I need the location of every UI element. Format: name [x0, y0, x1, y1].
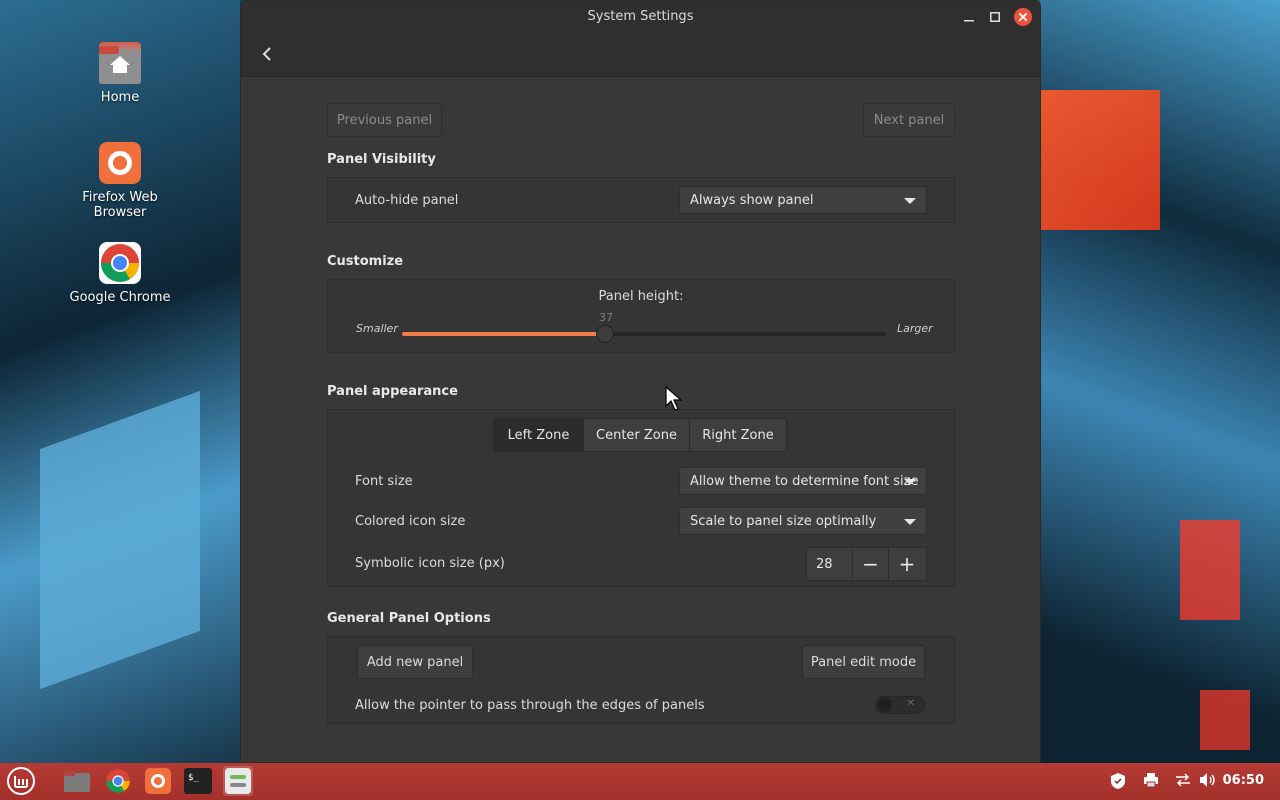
larger-label: Larger	[897, 322, 933, 335]
files-icon[interactable]	[62, 766, 92, 796]
colored-icon-size-dropdown[interactable]: Scale to panel size optimally	[679, 507, 927, 535]
chevron-down-icon	[904, 198, 916, 204]
desktop-icon-firefox[interactable]: Firefox Web Browser	[65, 142, 175, 220]
maximize-icon[interactable]	[986, 8, 1004, 26]
font-size-value: Allow theme to determine font size	[690, 473, 919, 489]
network-icon[interactable]	[1174, 772, 1192, 792]
tab-center-zone[interactable]: Center Zone	[583, 418, 690, 452]
symbolic-icon-size-stepper[interactable]: 28 − +	[806, 547, 927, 581]
volume-icon[interactable]	[1199, 772, 1217, 792]
autohide-dropdown[interactable]: Always show panel	[679, 186, 927, 214]
chevron-down-icon	[904, 479, 916, 485]
panel-edit-mode-button[interactable]: Panel edit mode	[802, 645, 925, 679]
desktop-icon-label: Google Chrome	[69, 290, 171, 305]
appearance-frame: Left Zone Center Zone Right Zone Font si…	[327, 409, 955, 587]
colored-icon-size-label: Colored icon size	[355, 514, 466, 529]
desktop-icon-chrome[interactable]: Google Chrome	[65, 242, 175, 305]
mouse-cursor	[665, 385, 685, 416]
terminal-icon[interactable]: $_	[183, 766, 213, 796]
colored-icon-size-value: Scale to panel size optimally	[690, 513, 877, 529]
desktop-icon-label: Home	[100, 90, 140, 105]
close-icon: ✕	[906, 698, 915, 709]
tab-right-zone[interactable]: Right Zone	[689, 418, 787, 452]
pointer-pass-through-label: Allow the pointer to pass through the ed…	[355, 698, 705, 713]
back-arrow-icon[interactable]	[255, 42, 279, 66]
section-title-general: General Panel Options	[327, 611, 491, 626]
font-size-dropdown[interactable]: Allow theme to determine font size	[679, 467, 927, 495]
minimize-icon[interactable]	[960, 8, 978, 26]
window-title: System Settings	[587, 9, 694, 24]
svg-text:$_: $_	[188, 773, 199, 783]
panel-height-label: Panel height:	[598, 289, 684, 304]
firefox-icon[interactable]	[143, 766, 173, 796]
chevron-down-icon	[904, 519, 916, 525]
toggle-knob	[878, 698, 892, 712]
decrement-button[interactable]: −	[853, 548, 889, 580]
taskbar: $_ 06:50	[0, 763, 1280, 800]
smaller-label: Smaller	[356, 322, 398, 335]
settings-icon[interactable]	[223, 766, 253, 796]
home-folder-icon	[99, 42, 141, 84]
autohide-label: Auto-hide panel	[355, 193, 459, 208]
next-panel-button[interactable]: Next panel	[863, 103, 955, 137]
add-new-panel-button[interactable]: Add new panel	[357, 645, 473, 679]
chrome-icon[interactable]	[103, 766, 133, 796]
increment-button[interactable]: +	[889, 548, 925, 580]
close-icon[interactable]	[1014, 8, 1032, 26]
slider-fill	[402, 332, 606, 336]
window-titlebar[interactable]: System Settings	[241, 1, 1040, 77]
mint-menu-icon[interactable]	[6, 766, 36, 796]
desktop-icon-label: Firefox Web Browser	[82, 190, 158, 220]
symbolic-icon-size-input[interactable]: 28	[807, 548, 853, 580]
autohide-value: Always show panel	[690, 192, 814, 208]
general-frame: Add new panel Panel edit mode Allow the …	[327, 636, 955, 724]
pointer-pass-through-toggle[interactable]: ✕	[875, 696, 925, 714]
clock[interactable]: 06:50	[1223, 773, 1264, 788]
slider-handle[interactable]	[596, 325, 615, 343]
firefox-icon	[99, 142, 141, 184]
shield-icon[interactable]	[1110, 772, 1126, 794]
section-title-customize: Customize	[327, 254, 404, 269]
printer-icon[interactable]	[1143, 772, 1159, 792]
customize-frame: Panel height: 37 Smaller Larger	[327, 279, 955, 353]
font-size-label: Font size	[355, 474, 413, 489]
visibility-frame: Auto-hide panel Always show panel	[327, 177, 955, 223]
section-title-appearance: Panel appearance	[327, 384, 458, 399]
previous-panel-button[interactable]: Previous panel	[327, 103, 442, 137]
section-title-visibility: Panel Visibility	[327, 152, 436, 167]
chrome-icon	[99, 242, 141, 284]
panel-height-value: 37	[599, 311, 613, 324]
panel-height-slider[interactable]	[402, 325, 886, 343]
symbolic-icon-size-label: Symbolic icon size (px)	[355, 556, 505, 571]
tab-left-zone[interactable]: Left Zone	[493, 418, 584, 452]
desktop-icon-home[interactable]: Home	[65, 42, 175, 105]
settings-window: System Settings Previous panel Next pane…	[240, 0, 1041, 763]
